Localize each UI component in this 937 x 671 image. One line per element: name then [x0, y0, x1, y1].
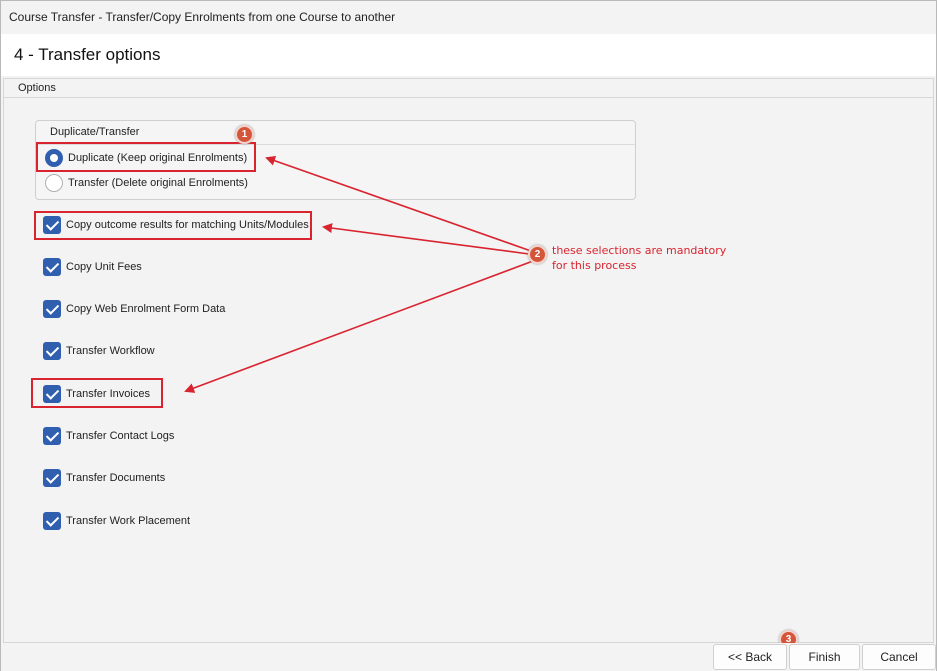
checkbox-checked-icon[interactable] — [43, 469, 61, 487]
annotation-note: these selections are mandatory for this … — [552, 244, 727, 272]
step-badge-1: 1 — [235, 125, 254, 144]
checkbox-label: Copy Web Enrolment Form Data — [66, 303, 226, 315]
checkbox-checked-icon[interactable] — [43, 300, 61, 318]
checkbox-label: Copy Unit Fees — [66, 261, 142, 273]
checkbox-label: Transfer Workflow — [66, 345, 155, 357]
checkbox-checked-icon[interactable] — [43, 512, 61, 530]
tab-options[interactable]: Options — [18, 82, 56, 94]
back-button[interactable]: << Back — [713, 644, 787, 670]
checkbox-copy-outcome-results[interactable]: Copy outcome results for matching Units/… — [43, 216, 309, 234]
checkbox-label: Copy outcome results for matching Units/… — [66, 219, 309, 231]
group-divider — [36, 144, 635, 145]
checkbox-copy-unit-fees[interactable]: Copy Unit Fees — [43, 258, 142, 276]
checkbox-transfer-invoices[interactable]: Transfer Invoices — [43, 385, 150, 403]
checkbox-transfer-contact-logs[interactable]: Transfer Contact Logs — [43, 427, 174, 445]
checkbox-label: Transfer Contact Logs — [66, 430, 175, 442]
radio-duplicate[interactable]: Duplicate (Keep original Enrolments) — [45, 149, 247, 167]
cancel-button[interactable]: Cancel — [862, 644, 936, 670]
radio-unselected-icon[interactable] — [45, 174, 63, 192]
checkbox-checked-icon[interactable] — [43, 385, 61, 403]
checkbox-label: Transfer Work Placement — [66, 515, 191, 527]
checkbox-transfer-documents[interactable]: Transfer Documents — [43, 469, 165, 487]
finish-button[interactable]: Finish — [789, 644, 860, 670]
group-title: Duplicate/Transfer — [50, 126, 140, 138]
radio-duplicate-label: Duplicate (Keep original Enrolments) — [68, 152, 248, 164]
checkbox-checked-icon[interactable] — [43, 258, 61, 276]
checkbox-checked-icon[interactable] — [43, 342, 61, 360]
window-title: Course Transfer - Transfer/Copy Enrolmen… — [1, 1, 936, 34]
transfer-wizard-window: Course Transfer - Transfer/Copy Enrolmen… — [0, 0, 937, 671]
radio-selected-icon[interactable] — [45, 149, 63, 167]
step-badge-2: 2 — [528, 245, 547, 264]
checkbox-transfer-work-placement[interactable]: Transfer Work Placement — [43, 512, 190, 530]
radio-transfer-label: Transfer (Delete original Enrolments) — [68, 177, 248, 189]
checkbox-label: Transfer Invoices — [66, 388, 150, 400]
page-title: 4 - Transfer options — [1, 34, 936, 76]
checkbox-checked-icon[interactable] — [43, 216, 61, 234]
checkbox-checked-icon[interactable] — [43, 427, 61, 445]
checkbox-transfer-workflow[interactable]: Transfer Workflow — [43, 342, 155, 360]
radio-transfer[interactable]: Transfer (Delete original Enrolments) — [45, 174, 248, 192]
checkbox-copy-web-enrolment-form-data[interactable]: Copy Web Enrolment Form Data — [43, 300, 225, 318]
tab-strip: Options — [3, 78, 934, 98]
checkbox-label: Transfer Documents — [66, 472, 166, 484]
